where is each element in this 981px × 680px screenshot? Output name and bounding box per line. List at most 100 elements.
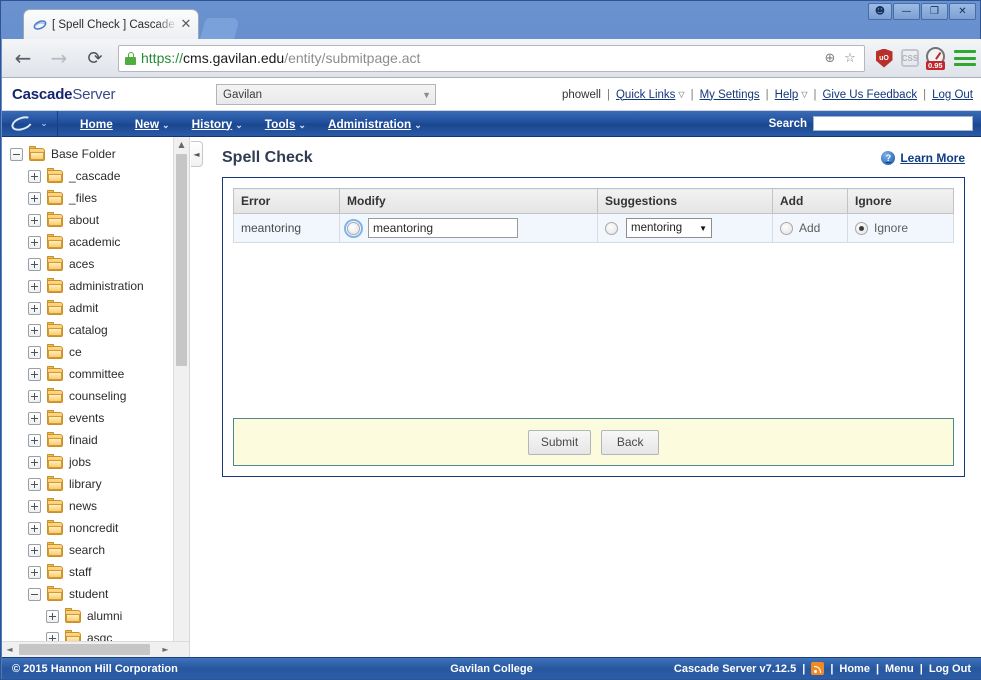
- footer-home-link[interactable]: Home: [839, 663, 870, 675]
- new-tab-button[interactable]: [199, 18, 241, 39]
- expand-node-icon[interactable]: [28, 543, 41, 557]
- tree-item-cascade[interactable]: _cascade: [2, 165, 189, 187]
- expand-node-icon[interactable]: [28, 411, 41, 425]
- ignore-radio[interactable]: [855, 221, 868, 235]
- zoom-icon[interactable]: ⊕: [820, 51, 840, 66]
- tree-item-administration[interactable]: administration: [2, 275, 189, 297]
- minimize-icon[interactable]: —: [893, 3, 920, 20]
- scroll-right-icon[interactable]: ►: [158, 642, 173, 657]
- css-extension-icon[interactable]: CSS: [897, 45, 923, 72]
- tree-item-events[interactable]: events: [2, 407, 189, 429]
- expand-node-icon[interactable]: [28, 345, 41, 359]
- user-profile-icon[interactable]: ☻: [868, 3, 892, 20]
- footer-logout-link[interactable]: Log Out: [929, 663, 971, 675]
- tree-item-news[interactable]: news: [2, 495, 189, 517]
- modify-radio[interactable]: [344, 218, 363, 238]
- tree-item-files[interactable]: _files: [2, 187, 189, 209]
- address-bar[interactable]: https://cms.gavilan.edu/entity/submitpag…: [118, 44, 865, 72]
- tree-item-catalog[interactable]: catalog: [2, 319, 189, 341]
- expand-node-icon[interactable]: [28, 565, 41, 579]
- collapse-node-icon[interactable]: [10, 147, 23, 161]
- browser-menu-icon[interactable]: [949, 45, 981, 72]
- expand-node-icon[interactable]: [28, 477, 41, 491]
- ublock-origin-icon[interactable]: uO: [871, 45, 897, 72]
- maximize-icon[interactable]: ❐: [921, 3, 948, 20]
- nav-item-administration[interactable]: Administration ⌄: [328, 117, 422, 131]
- modify-text-input[interactable]: [368, 218, 518, 238]
- nav-item-home[interactable]: Home: [80, 117, 113, 131]
- suggestion-radio[interactable]: [605, 221, 618, 235]
- tree-item-ce[interactable]: ce: [2, 341, 189, 363]
- app-logo[interactable]: CascadeServer: [12, 86, 115, 103]
- nav-item-tools[interactable]: Tools ⌄: [265, 117, 306, 131]
- scroll-left-icon[interactable]: ◄: [2, 642, 17, 657]
- add-radio[interactable]: [780, 221, 793, 235]
- tree-item-search[interactable]: search: [2, 539, 189, 561]
- expand-node-icon[interactable]: [28, 389, 41, 403]
- search-input[interactable]: [813, 116, 973, 131]
- expand-node-icon[interactable]: [28, 235, 41, 249]
- close-window-icon[interactable]: ✕: [949, 3, 976, 20]
- site-selector[interactable]: Gavilan ▼: [216, 84, 436, 105]
- tree-horizontal-scrollbar[interactable]: ◄ ►: [2, 641, 189, 657]
- tree-vscroll-thumb[interactable]: [176, 154, 187, 366]
- browser-tab[interactable]: [ Spell Check ] Cascade Ser ✕: [23, 9, 199, 39]
- tree-item-counseling[interactable]: counseling: [2, 385, 189, 407]
- tree-item-noncredit[interactable]: noncredit: [2, 517, 189, 539]
- tree-item-alumni[interactable]: alumni: [2, 605, 189, 627]
- logout-link[interactable]: Log Out: [932, 89, 973, 101]
- tree-item-label: counseling: [69, 389, 127, 403]
- expand-node-icon[interactable]: [28, 455, 41, 469]
- folder-icon: [47, 563, 63, 579]
- collapse-tree-icon[interactable]: ◄: [191, 141, 203, 167]
- collapse-node-icon[interactable]: [28, 587, 41, 601]
- nav-item-new[interactable]: New ⌄: [135, 117, 170, 131]
- close-tab-icon[interactable]: ✕: [178, 17, 194, 33]
- tree-item-staff[interactable]: staff: [2, 561, 189, 583]
- tree-item-committee[interactable]: committee: [2, 363, 189, 385]
- page-speed-icon[interactable]: 0.95: [923, 45, 949, 72]
- tree-item-about[interactable]: about: [2, 209, 189, 231]
- my-settings-link[interactable]: My Settings: [700, 89, 760, 101]
- pane-splitter[interactable]: ◄: [190, 137, 206, 657]
- quick-links-menu[interactable]: Quick Links: [616, 89, 675, 101]
- expand-node-icon[interactable]: [28, 521, 41, 535]
- learn-more-link[interactable]: ? Learn More: [881, 151, 965, 165]
- tree-item-library[interactable]: library: [2, 473, 189, 495]
- tree-item-aces[interactable]: aces: [2, 253, 189, 275]
- back-button[interactable]: Back: [601, 429, 660, 455]
- tree-item-jobs[interactable]: jobs: [2, 451, 189, 473]
- folder-icon: [47, 475, 63, 491]
- expand-node-icon[interactable]: [28, 279, 41, 293]
- give-feedback-link[interactable]: Give Us Feedback: [822, 89, 917, 101]
- bookmark-star-icon[interactable]: ☆: [840, 51, 860, 66]
- tree-item-student[interactable]: student: [2, 583, 189, 605]
- expand-node-icon[interactable]: [28, 433, 41, 447]
- forward-icon[interactable]: →: [44, 43, 74, 73]
- tree-item-admit[interactable]: admit: [2, 297, 189, 319]
- footer-menu-link[interactable]: Menu: [885, 663, 914, 675]
- suggestion-select[interactable]: mentoring ▼: [626, 218, 712, 238]
- scroll-up-icon[interactable]: ▲: [174, 137, 189, 152]
- nav-logo-menu[interactable]: ⌄: [2, 110, 58, 137]
- expand-node-icon[interactable]: [28, 191, 41, 205]
- expand-node-icon[interactable]: [28, 367, 41, 381]
- expand-node-icon[interactable]: [46, 609, 59, 623]
- tree-item-finaid[interactable]: finaid: [2, 429, 189, 451]
- tree-item-academic[interactable]: academic: [2, 231, 189, 253]
- reload-icon[interactable]: ⟳: [80, 43, 110, 73]
- back-icon[interactable]: ←: [8, 43, 38, 73]
- expand-node-icon[interactable]: [28, 257, 41, 271]
- expand-node-icon[interactable]: [28, 323, 41, 337]
- tree-hscroll-thumb[interactable]: [19, 644, 150, 655]
- tree-vertical-scrollbar[interactable]: ▲ ▼: [173, 137, 189, 657]
- help-link[interactable]: Help: [775, 89, 799, 101]
- tree-item-base folder[interactable]: Base Folder: [2, 143, 189, 165]
- submit-button[interactable]: Submit: [527, 429, 592, 455]
- rss-feed-icon[interactable]: [811, 662, 825, 675]
- expand-node-icon[interactable]: [28, 499, 41, 513]
- nav-item-history[interactable]: History ⌄: [192, 117, 243, 131]
- expand-node-icon[interactable]: [28, 301, 41, 315]
- expand-node-icon[interactable]: [28, 169, 41, 183]
- expand-node-icon[interactable]: [28, 213, 41, 227]
